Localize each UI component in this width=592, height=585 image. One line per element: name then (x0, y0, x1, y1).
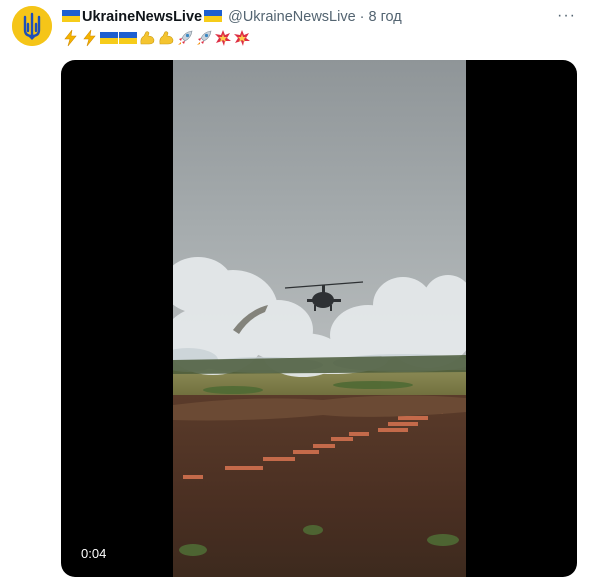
flexed-biceps-icon (157, 29, 175, 47)
video-frame (173, 60, 466, 577)
video-scene (173, 257, 466, 556)
video-player[interactable]: 0:04 (61, 60, 577, 577)
user-handle[interactable]: @UkraineNewsLive (228, 9, 356, 25)
lightning-icon (81, 29, 99, 47)
ukraine-flag-icon (119, 29, 137, 47)
collision-icon (214, 29, 232, 47)
display-name[interactable]: UkraineNewsLive (82, 9, 202, 25)
tweet-header: UkraineNewsLive @UkraineNewsLive · 8 год (62, 7, 402, 27)
more-options-icon[interactable]: ··· (557, 7, 576, 25)
avatar[interactable] (12, 6, 52, 46)
timestamp[interactable]: 8 год (368, 9, 401, 25)
collision-icon (233, 29, 251, 47)
flexed-biceps-icon (138, 29, 156, 47)
ukraine-flag-icon (204, 10, 223, 22)
rocket-icon (195, 29, 213, 47)
trident-icon (12, 6, 52, 46)
ukraine-flag-icon (100, 29, 118, 47)
separator-dot: · (359, 9, 365, 25)
lightning-icon (62, 29, 80, 47)
rocket-icon (176, 29, 194, 47)
tweet: UkraineNewsLive @UkraineNewsLive · 8 год… (0, 0, 592, 585)
ukraine-flag-icon (62, 10, 80, 22)
video-timestamp: 0:04 (81, 546, 107, 561)
tweet-text (62, 27, 251, 49)
